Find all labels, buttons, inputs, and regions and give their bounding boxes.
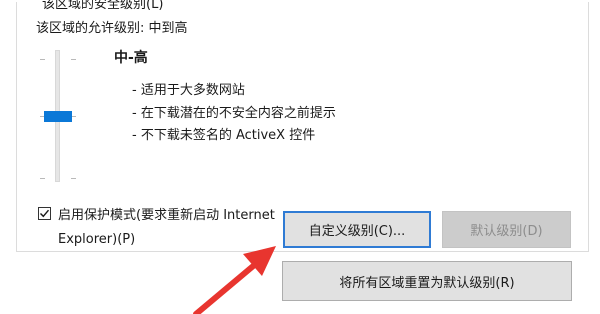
slider-thumb[interactable] — [44, 111, 72, 122]
level-description-2: - 在下载潜在的不安全内容之前提示 — [132, 106, 336, 121]
reset-all-zones-button[interactable]: 将所有区域重置为默认级别(R) — [282, 261, 572, 301]
custom-level-button[interactable]: 自定义级别(C)... — [283, 211, 431, 248]
protected-mode-checkbox[interactable] — [38, 207, 51, 220]
security-level-slider[interactable] — [36, 50, 80, 186]
allowed-level-text: 该区域的允许级别: 中到高 — [36, 21, 188, 36]
slider-tick — [71, 178, 76, 179]
slider-tick — [40, 178, 45, 179]
checkmark-icon — [40, 209, 50, 218]
slider-tick — [71, 59, 76, 60]
protected-mode-label[interactable]: 启用保护模式(要求重新启动 Internet Explorer)(P) — [58, 204, 288, 252]
slider-tick — [40, 59, 45, 60]
security-level-name: 中-高 — [114, 50, 148, 66]
level-description-3: - 不下载未签名的 ActiveX 控件 — [132, 128, 316, 143]
security-level-legend: 该区域的安全级别(L) — [40, 0, 166, 12]
level-description-1: - 适用于大多数网站 — [132, 83, 245, 98]
default-level-button[interactable]: 默认级别(D) — [442, 211, 571, 248]
